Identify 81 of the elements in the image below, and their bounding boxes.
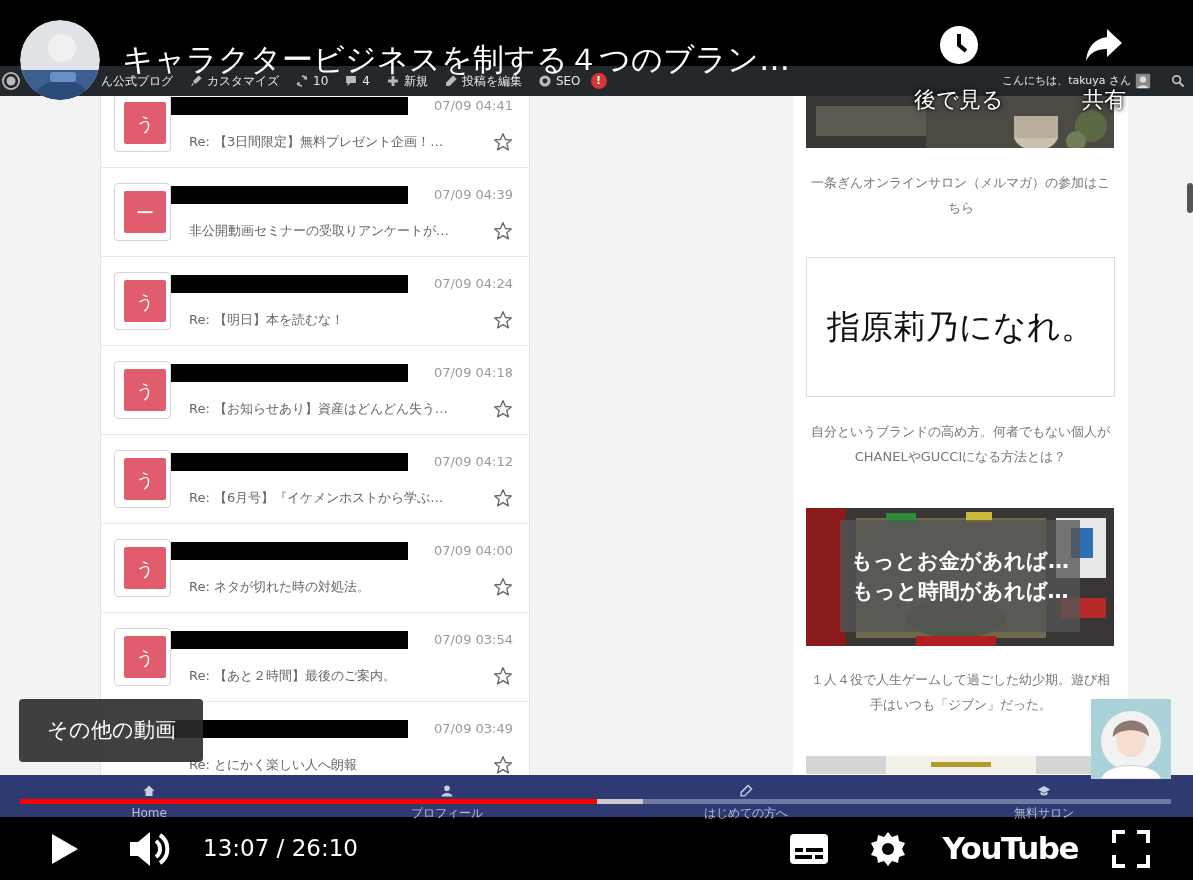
message-time: 07/09 04:12	[433, 453, 513, 472]
subtitles-icon[interactable]	[788, 832, 829, 865]
overlay-text: もっとお金があれば…	[851, 548, 1069, 575]
user-icon[interactable]	[1135, 73, 1151, 89]
message-subject[interactable]: Re: 【6月号】『イケメンホストから学ぶ…	[189, 488, 444, 508]
avatar-frame[interactable]: ー	[114, 183, 171, 241]
caption-text[interactable]: 手はいつも「ジブン」だった。	[869, 692, 1052, 717]
admin-bar-link[interactable]: 新規	[403, 72, 428, 90]
brush-icon[interactable]	[189, 74, 203, 88]
message-subject[interactable]: 非公開動画セミナーの受取りアンケートが…	[189, 221, 449, 241]
star-icon[interactable]	[493, 310, 513, 330]
avatar-frame[interactable]: う	[114, 272, 171, 330]
message-subject[interactable]: Re: 【3日間限定】無料プレゼント企画！…	[189, 132, 444, 152]
home-icon[interactable]	[142, 784, 157, 798]
person-icon[interactable]	[440, 784, 455, 798]
volume-icon[interactable]	[128, 829, 170, 868]
admin-bar-link[interactable]: 4	[362, 72, 370, 90]
more-videos-button[interactable]: その他の動画	[19, 699, 203, 762]
progress-track[interactable]	[20, 799, 1171, 804]
logo-icon[interactable]	[2, 72, 20, 90]
avatar-frame[interactable]: う	[114, 539, 171, 597]
message-time: 07/09 04:41	[433, 97, 513, 116]
time-display: 13:07 / 26:10	[203, 834, 358, 864]
play-icon[interactable]	[50, 831, 80, 866]
headline-text: 指原莉乃になれ。	[827, 306, 1094, 349]
refresh-icon[interactable]	[295, 74, 309, 88]
admin-bar-link[interactable]: 10	[313, 72, 329, 90]
headline-card[interactable]: 指原莉乃になれ。	[806, 257, 1115, 397]
avatar-initial: ー	[124, 191, 166, 233]
channel-watermark[interactable]	[1091, 699, 1171, 779]
message-time: 07/09 04:24	[433, 275, 513, 294]
avatar-frame[interactable]: う	[114, 450, 171, 508]
fullscreen-icon[interactable]	[1112, 829, 1150, 868]
star-icon[interactable]	[493, 399, 513, 419]
avatar-initial: う	[124, 102, 166, 144]
avatar-frame[interactable]: う	[114, 628, 171, 686]
search-icon[interactable]	[1171, 74, 1185, 88]
pencil-icon[interactable]	[738, 784, 753, 798]
notification-badge: !	[590, 73, 607, 89]
message-time: 07/09 04:18	[433, 364, 513, 383]
caption-text[interactable]: １人４役で人生ゲームして過ごした幼少期。遊び相	[811, 667, 1110, 692]
nav-link[interactable]: はじめての方へ	[703, 807, 788, 820]
graduation-cap-icon[interactable]	[1036, 784, 1051, 798]
avatar-frame[interactable]: う	[114, 361, 171, 419]
message-time: 07/09 03:54	[433, 631, 513, 650]
avatar-initial: う	[124, 636, 166, 678]
avatar-initial: う	[124, 280, 166, 322]
star-icon[interactable]	[493, 666, 513, 686]
plus-icon[interactable]	[385, 74, 400, 88]
nav-link[interactable]: プロフィール	[411, 807, 484, 820]
scrollbar-thumb[interactable]	[1187, 183, 1193, 213]
avatar-frame[interactable]: う	[114, 96, 171, 152]
youtube-logo[interactable]: YouTube	[942, 825, 1078, 872]
message-time: 07/09 04:00	[433, 542, 513, 561]
star-icon[interactable]	[493, 755, 513, 775]
caption-text[interactable]: CHANELやGUCCIになる方法とは？	[854, 444, 1067, 469]
action-label[interactable]: 後で見る	[914, 88, 1004, 112]
watch-later-button[interactable]	[939, 25, 979, 65]
star-icon[interactable]	[493, 577, 513, 597]
overlay-text: もっと時間があれば…	[851, 578, 1069, 605]
message-subject[interactable]: Re: 【あと２時間】最後のご案内。	[189, 666, 396, 686]
star-icon[interactable]	[493, 132, 513, 152]
caption-text[interactable]: ちら	[947, 195, 974, 220]
avatar-initial: う	[124, 369, 166, 411]
speech-bubble-icon[interactable]	[344, 74, 359, 88]
pencil-icon[interactable]	[443, 74, 458, 88]
avatar-initial: う	[124, 547, 166, 589]
greeting-text[interactable]: こんにちは、takuya さん	[1002, 72, 1131, 90]
message-subject[interactable]: Re: 【明日】本を読むな！	[189, 310, 344, 330]
nav-link[interactable]: Home	[131, 807, 167, 820]
caption-text[interactable]: 一条ぎんオンラインサロン（メルマガ）の参加はこ	[811, 170, 1110, 195]
star-icon[interactable]	[493, 221, 513, 241]
message-time: 07/09 03:49	[433, 720, 513, 739]
message-subject[interactable]: Re: 【お知らせあり】資産はどんどん失う…	[189, 399, 448, 419]
caption-text[interactable]: 自分というブランドの高め方。何者でもない個人が	[811, 419, 1110, 444]
message-time: 07/09 04:39	[433, 186, 513, 205]
nav-link[interactable]: 無料サロン	[1013, 807, 1074, 820]
avatar-initial: う	[124, 458, 166, 500]
photo-card[interactable]: もっとお金があれば… もっと時間があれば…	[806, 508, 1114, 646]
star-icon[interactable]	[493, 488, 513, 508]
message-subject[interactable]: Re: ネタが切れた時の対処法。	[189, 577, 370, 597]
